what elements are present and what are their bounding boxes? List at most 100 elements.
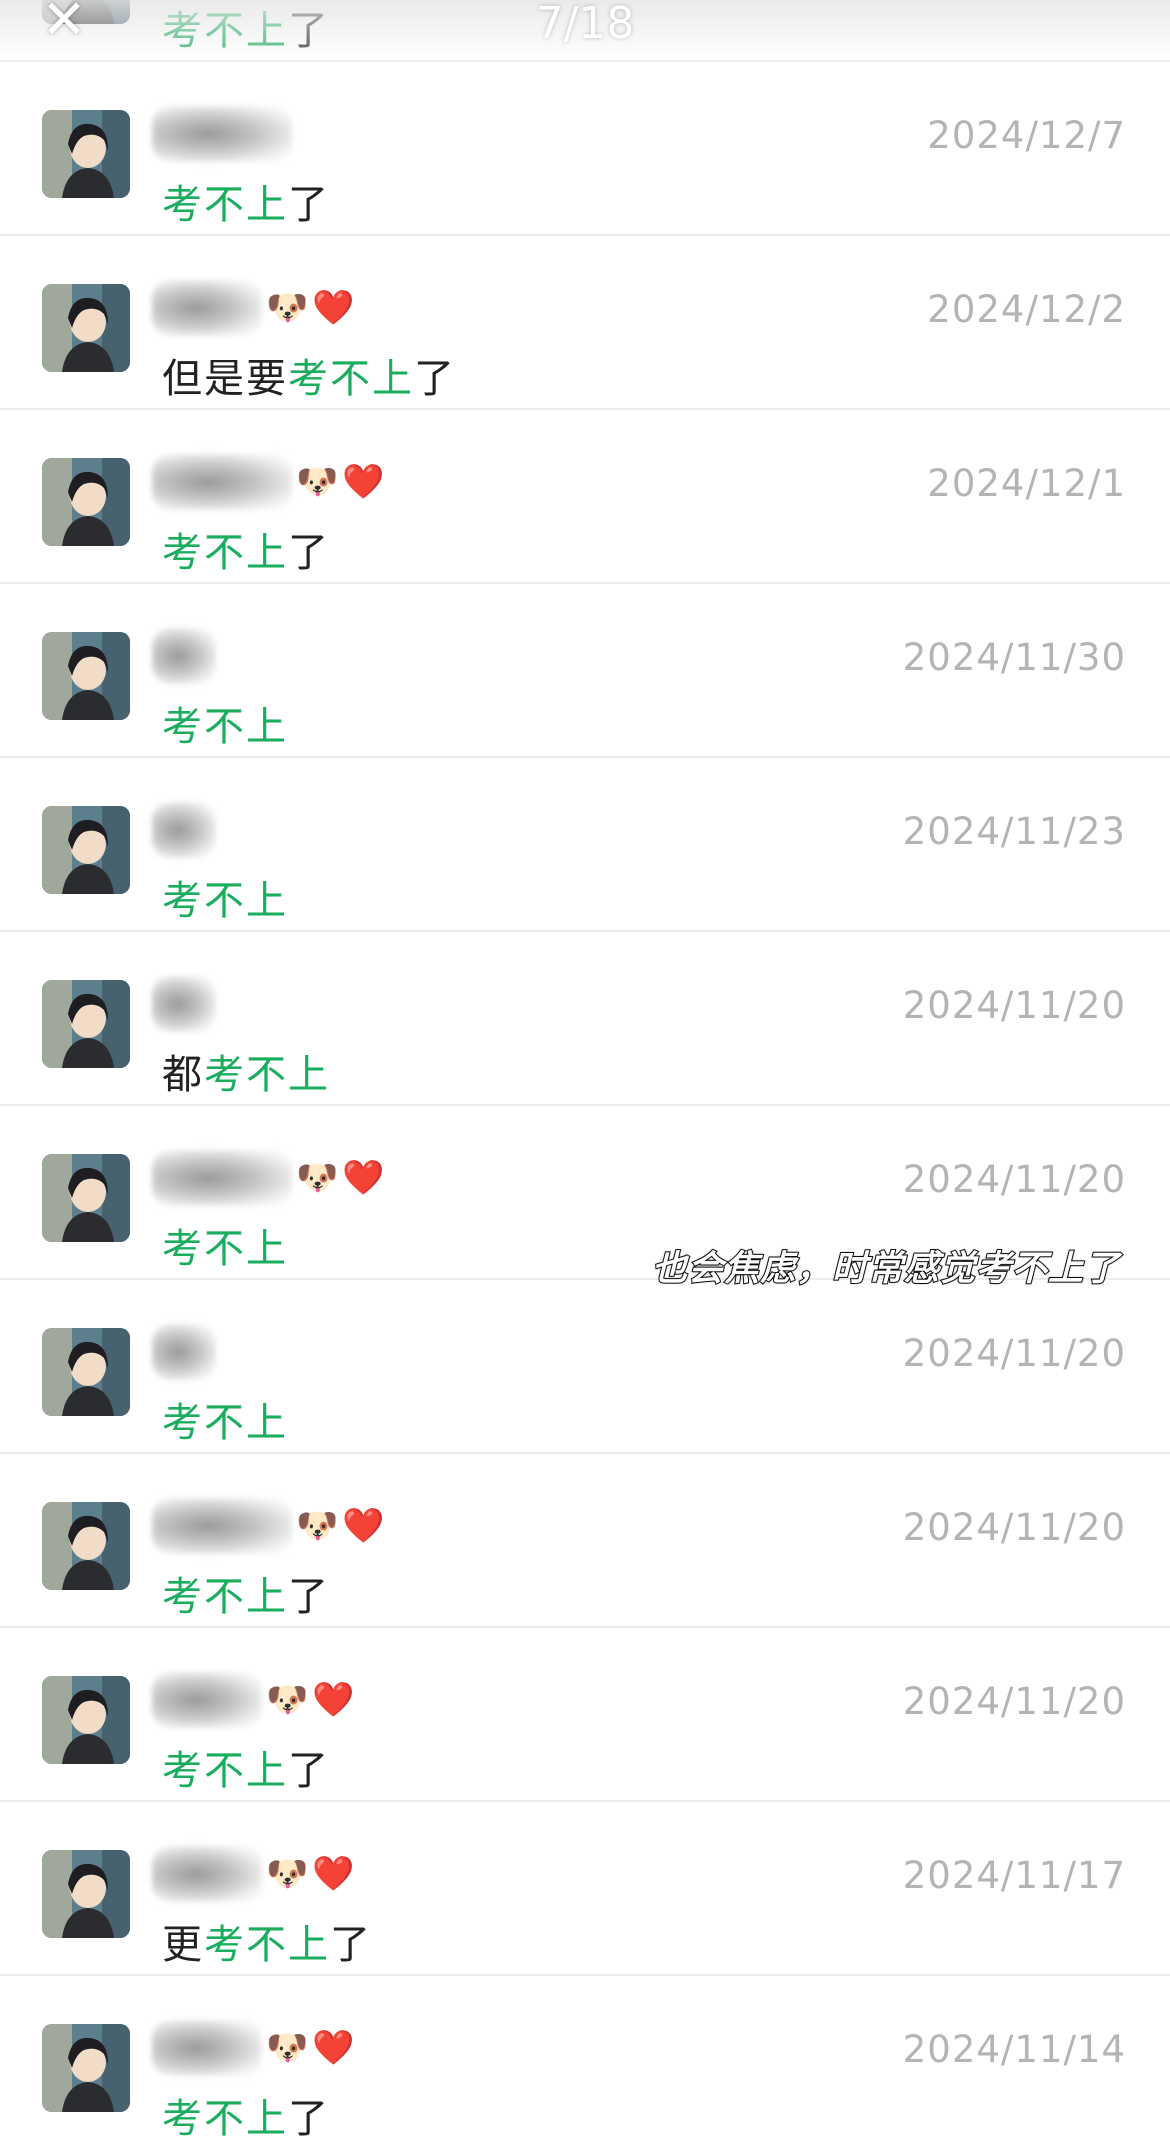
sender-name-redacted [152, 798, 216, 862]
redaction-blur [152, 280, 262, 336]
message-snippet: 考不上了 [162, 172, 330, 230]
message-date: 2024/12/2 [927, 288, 1126, 331]
red-heart-emoji-icon: ❤️ [312, 288, 355, 328]
dog-face-emoji-icon: 🐶 [266, 1854, 309, 1894]
message-snippet: 更考不上了 [162, 1912, 372, 1970]
message-snippet: 考不上 [162, 868, 288, 926]
chat-search-results-page: 考不上了2024/12/7考不上了🐶❤️2024/12/2但是要考不上了🐶❤️2… [0, 0, 1170, 2138]
avatar [42, 1154, 130, 1242]
avatar [42, 458, 130, 546]
snippet-suffix: 了 [288, 182, 330, 228]
list-item[interactable]: 2024/11/23 考不上 [0, 758, 1170, 932]
dog-face-emoji-icon: 🐶 [296, 1158, 339, 1198]
message-date: 2024/12/1 [927, 462, 1126, 505]
list-item[interactable]: 2024/12/7 考不上了 [0, 62, 1170, 236]
sender-name-redacted [152, 624, 216, 688]
message-date: 2024/11/14 [902, 2028, 1126, 2071]
redaction-blur [152, 1672, 262, 1728]
message-snippet: 考不上了 [162, 1564, 330, 1622]
redaction-blur [152, 2020, 262, 2076]
red-heart-emoji-icon: ❤️ [342, 462, 385, 502]
image-counter: 7/18 [535, 0, 635, 49]
search-keyword-highlight: 考不上 [162, 1574, 288, 1620]
search-keyword-highlight: 考不上 [162, 530, 288, 576]
redaction-blur [152, 106, 292, 162]
message-date: 2024/11/20 [902, 984, 1126, 1027]
dog-face-emoji-icon: 🐶 [266, 2028, 309, 2068]
viewer-top-bar: ✕ 7/18 [0, 0, 1170, 60]
redaction-blur [152, 802, 216, 858]
redaction-blur [152, 1150, 292, 1206]
search-keyword-highlight: 考不上 [162, 1400, 288, 1446]
search-keyword-highlight: 考不上 [162, 182, 288, 228]
message-snippet: 考不上了 [162, 520, 330, 578]
red-heart-emoji-icon: ❤️ [312, 1854, 355, 1894]
redaction-blur [152, 1324, 216, 1380]
message-date: 2024/11/17 [902, 1854, 1126, 1897]
avatar [42, 1676, 130, 1764]
list-item[interactable]: 🐶 ❤️ 2024/11/17 更考不上了 [0, 1802, 1170, 1976]
snippet-suffix: 了 [288, 1748, 330, 1794]
sender-name-redacted [152, 102, 292, 166]
search-keyword-highlight: 考不上 [162, 704, 288, 750]
message-snippet: 考不上了 [162, 2086, 330, 2138]
message-date: 2024/11/20 [902, 1680, 1126, 1723]
search-keyword-highlight: 考不上 [204, 1052, 330, 1098]
red-heart-emoji-icon: ❤️ [342, 1506, 385, 1546]
overlay-caption: 也会焦虑，时常感觉考不上了 [651, 1248, 1120, 1290]
avatar [42, 110, 130, 198]
avatar [42, 1328, 130, 1416]
search-keyword-highlight: 考不上 [288, 356, 414, 402]
red-heart-emoji-icon: ❤️ [312, 2028, 355, 2068]
redaction-blur [152, 1498, 292, 1554]
message-date: 2024/11/20 [902, 1158, 1126, 1201]
search-keyword-highlight: 考不上 [162, 1748, 288, 1794]
snippet-suffix: 了 [288, 1574, 330, 1620]
list-item[interactable]: 🐶 ❤️ 2024/11/14 考不上了 [0, 1976, 1170, 2138]
redaction-blur [152, 1846, 262, 1902]
sender-name-redacted [152, 1320, 216, 1384]
message-date: 2024/11/20 [902, 1506, 1126, 1549]
list-item[interactable]: 🐶 ❤️ 2024/12/1 考不上了 [0, 410, 1170, 584]
snippet-suffix: 了 [414, 356, 456, 402]
avatar [42, 980, 130, 1068]
red-heart-emoji-icon: ❤️ [342, 1158, 385, 1198]
dog-face-emoji-icon: 🐶 [266, 1680, 309, 1720]
list-item[interactable]: 🐶 ❤️ 2024/11/20 考不上了 [0, 1628, 1170, 1802]
list-item[interactable]: 2024/11/30 考不上 [0, 584, 1170, 758]
message-snippet: 考不上了 [162, 1738, 330, 1796]
snippet-prefix: 都 [162, 1052, 204, 1098]
snippet-suffix: 了 [288, 2096, 330, 2138]
search-keyword-highlight: 考不上 [162, 878, 288, 924]
sender-name-redacted: 🐶 ❤️ [152, 1842, 355, 1906]
avatar [42, 1850, 130, 1938]
redaction-blur [152, 976, 216, 1032]
search-result-list[interactable]: 考不上了2024/12/7考不上了🐶❤️2024/12/2但是要考不上了🐶❤️2… [0, 0, 1170, 2138]
snippet-suffix: 了 [288, 530, 330, 576]
red-heart-emoji-icon: ❤️ [312, 1680, 355, 1720]
sender-name-redacted: 🐶 ❤️ [152, 450, 385, 514]
message-date: 2024/11/20 [902, 1332, 1126, 1375]
avatar [42, 632, 130, 720]
avatar [42, 2024, 130, 2112]
snippet-prefix: 但是要 [162, 356, 288, 402]
sender-name-redacted: 🐶 ❤️ [152, 1494, 385, 1558]
avatar [42, 806, 130, 894]
snippet-prefix: 更 [162, 1922, 204, 1968]
list-item[interactable]: 2024/11/20 考不上 [0, 1280, 1170, 1454]
list-item[interactable]: 🐶 ❤️ 2024/11/20 考不上了 [0, 1454, 1170, 1628]
message-snippet: 都考不上 [162, 1042, 330, 1100]
redaction-blur [152, 454, 292, 510]
message-snippet: 考不上 [162, 1390, 288, 1448]
sender-name-redacted: 🐶 ❤️ [152, 1668, 355, 1732]
list-item[interactable]: 🐶 ❤️ 2024/12/2 但是要考不上了 [0, 236, 1170, 410]
message-date: 2024/11/30 [902, 636, 1126, 679]
message-snippet: 但是要考不上了 [162, 346, 456, 404]
redaction-blur [152, 628, 216, 684]
list-item[interactable]: 2024/11/20 都考不上 [0, 932, 1170, 1106]
avatar [42, 284, 130, 372]
dog-face-emoji-icon: 🐶 [296, 462, 339, 502]
sender-name-redacted: 🐶 ❤️ [152, 2016, 355, 2080]
search-keyword-highlight: 考不上 [162, 2096, 288, 2138]
message-snippet: 考不上 [162, 1216, 288, 1274]
